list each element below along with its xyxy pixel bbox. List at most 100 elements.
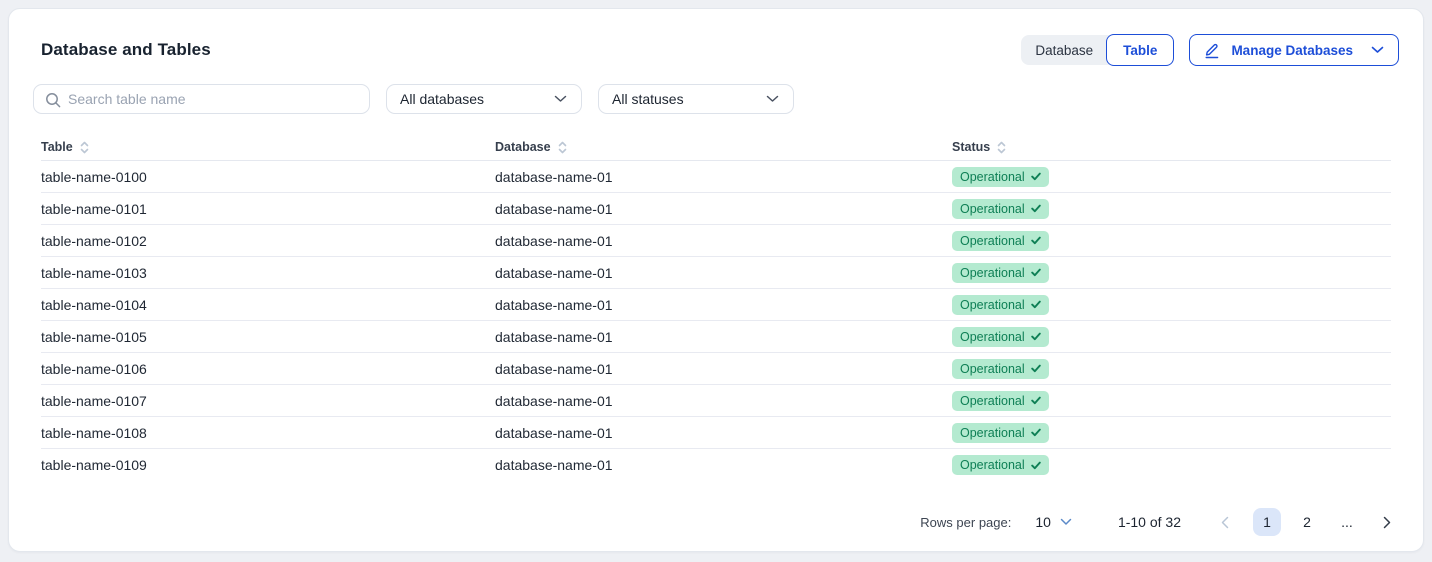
check-icon: [1031, 172, 1041, 181]
table-row[interactable]: table-name-0105database-name-01 Operation…: [41, 321, 1391, 353]
status-badge: Operational: [952, 263, 1049, 283]
chevron-right-icon: [1383, 516, 1391, 529]
page-button[interactable]: ...: [1333, 508, 1361, 536]
status-badge: Operational: [952, 199, 1049, 219]
pagination-range-text: 1-10 of 32: [1118, 514, 1181, 530]
toggle-table-button[interactable]: Table: [1106, 34, 1174, 66]
status-label: Operational: [960, 298, 1025, 312]
status-label: Operational: [960, 394, 1025, 408]
table-row[interactable]: table-name-0104database-name-01 Operation…: [41, 289, 1391, 321]
table-row[interactable]: table-name-0101database-name-01 Operation…: [41, 193, 1391, 225]
check-icon: [1031, 332, 1041, 341]
filters-row: All databases All statuses: [33, 84, 1399, 114]
view-toggle: Database Table: [1021, 35, 1173, 65]
cell-database-name: database-name-01: [495, 361, 952, 377]
column-header-status[interactable]: Status: [952, 140, 1391, 154]
page-title: Database and Tables: [41, 40, 211, 60]
chevron-left-icon: [1221, 516, 1229, 529]
cell-status: Operational: [952, 423, 1391, 443]
status-label: Operational: [960, 426, 1025, 440]
cell-table-name: table-name-0104: [41, 297, 495, 313]
status-badge: Operational: [952, 423, 1049, 443]
previous-page-button[interactable]: [1215, 512, 1235, 533]
status-label: Operational: [960, 362, 1025, 376]
cell-table-name: table-name-0105: [41, 329, 495, 345]
column-label: Table: [41, 140, 73, 154]
status-label: Operational: [960, 170, 1025, 184]
page-buttons: 12...: [1247, 508, 1367, 536]
status-label: Operational: [960, 202, 1025, 216]
cell-database-name: database-name-01: [495, 457, 952, 473]
header-controls: Database Table Manage Databases: [1021, 34, 1399, 66]
chevron-down-icon: [554, 95, 567, 103]
status-label: Operational: [960, 266, 1025, 280]
status-badge: Operational: [952, 167, 1049, 187]
chevron-down-icon: [1060, 518, 1072, 526]
table-row[interactable]: table-name-0102database-name-01 Operation…: [41, 225, 1391, 257]
table-row[interactable]: table-name-0109database-name-01 Operation…: [41, 449, 1391, 481]
status-badge: Operational: [952, 231, 1049, 251]
status-label: Operational: [960, 330, 1025, 344]
cell-database-name: database-name-01: [495, 233, 952, 249]
column-label: Status: [952, 140, 990, 154]
search-input[interactable]: [68, 85, 369, 113]
cell-database-name: database-name-01: [495, 169, 952, 185]
sort-icon: [558, 141, 567, 154]
table-header-row: Table Database Status: [41, 134, 1391, 161]
column-label: Database: [495, 140, 551, 154]
status-label: Operational: [960, 458, 1025, 472]
status-badge: Operational: [952, 295, 1049, 315]
database-tables-panel: Database and Tables Database Table Manag…: [8, 8, 1424, 552]
sort-icon: [80, 141, 89, 154]
cell-database-name: database-name-01: [495, 329, 952, 345]
check-icon: [1031, 461, 1041, 470]
manage-databases-button[interactable]: Manage Databases: [1189, 34, 1399, 66]
chevron-down-icon: [1371, 46, 1384, 54]
toggle-database-button[interactable]: Database: [1021, 35, 1107, 65]
status-label: Operational: [960, 234, 1025, 248]
cell-status: Operational: [952, 327, 1391, 347]
check-icon: [1031, 268, 1041, 277]
search-box: [33, 84, 370, 114]
status-filter-value: All statuses: [612, 91, 684, 107]
table-body: table-name-0100database-name-01Operation…: [41, 161, 1391, 481]
cell-table-name: table-name-0109: [41, 457, 495, 473]
table-row[interactable]: table-name-0107database-name-01 Operation…: [41, 385, 1391, 417]
database-filter-select[interactable]: All databases: [386, 84, 582, 114]
cell-database-name: database-name-01: [495, 393, 952, 409]
column-header-database[interactable]: Database: [495, 140, 952, 154]
table-row[interactable]: table-name-0106database-name-01 Operation…: [41, 353, 1391, 385]
cell-database-name: database-name-01: [495, 297, 952, 313]
panel-header: Database and Tables Database Table Manag…: [33, 33, 1399, 67]
rows-per-page-label: Rows per page:: [920, 515, 1011, 530]
check-icon: [1031, 204, 1041, 213]
status-filter-select[interactable]: All statuses: [598, 84, 794, 114]
column-header-table[interactable]: Table: [41, 140, 495, 154]
table-row[interactable]: table-name-0108database-name-01Operation…: [41, 417, 1391, 449]
page-button-current[interactable]: 1: [1253, 508, 1281, 536]
status-badge: Operational: [952, 391, 1049, 411]
pagination-bar: Rows per page: 10 1-10 of 32 12...: [33, 507, 1399, 537]
cell-table-name: table-name-0107: [41, 393, 495, 409]
table-row[interactable]: table-name-0100database-name-01Operation…: [41, 161, 1391, 193]
status-badge: Operational: [952, 455, 1049, 475]
cell-table-name: table-name-0101: [41, 201, 495, 217]
cell-table-name: table-name-0102: [41, 233, 495, 249]
rows-per-page-value: 10: [1035, 514, 1051, 530]
cell-table-name: table-name-0103: [41, 265, 495, 281]
cell-status: Operational: [952, 359, 1391, 379]
cell-status: Operational: [952, 295, 1391, 315]
page-button[interactable]: 2: [1293, 508, 1321, 536]
cell-status: Operational: [952, 231, 1391, 251]
cell-table-name: table-name-0108: [41, 425, 495, 441]
manage-databases-label: Manage Databases: [1231, 43, 1353, 58]
sort-icon: [997, 141, 1006, 154]
chevron-down-icon: [766, 95, 779, 103]
cell-database-name: database-name-01: [495, 265, 952, 281]
table-row[interactable]: table-name-0103database-name-01 Operation…: [41, 257, 1391, 289]
cell-table-name: table-name-0106: [41, 361, 495, 377]
rows-per-page-select[interactable]: 10: [1035, 514, 1072, 530]
cell-database-name: database-name-01: [495, 201, 952, 217]
database-filter-value: All databases: [400, 91, 484, 107]
next-page-button[interactable]: [1377, 512, 1397, 533]
